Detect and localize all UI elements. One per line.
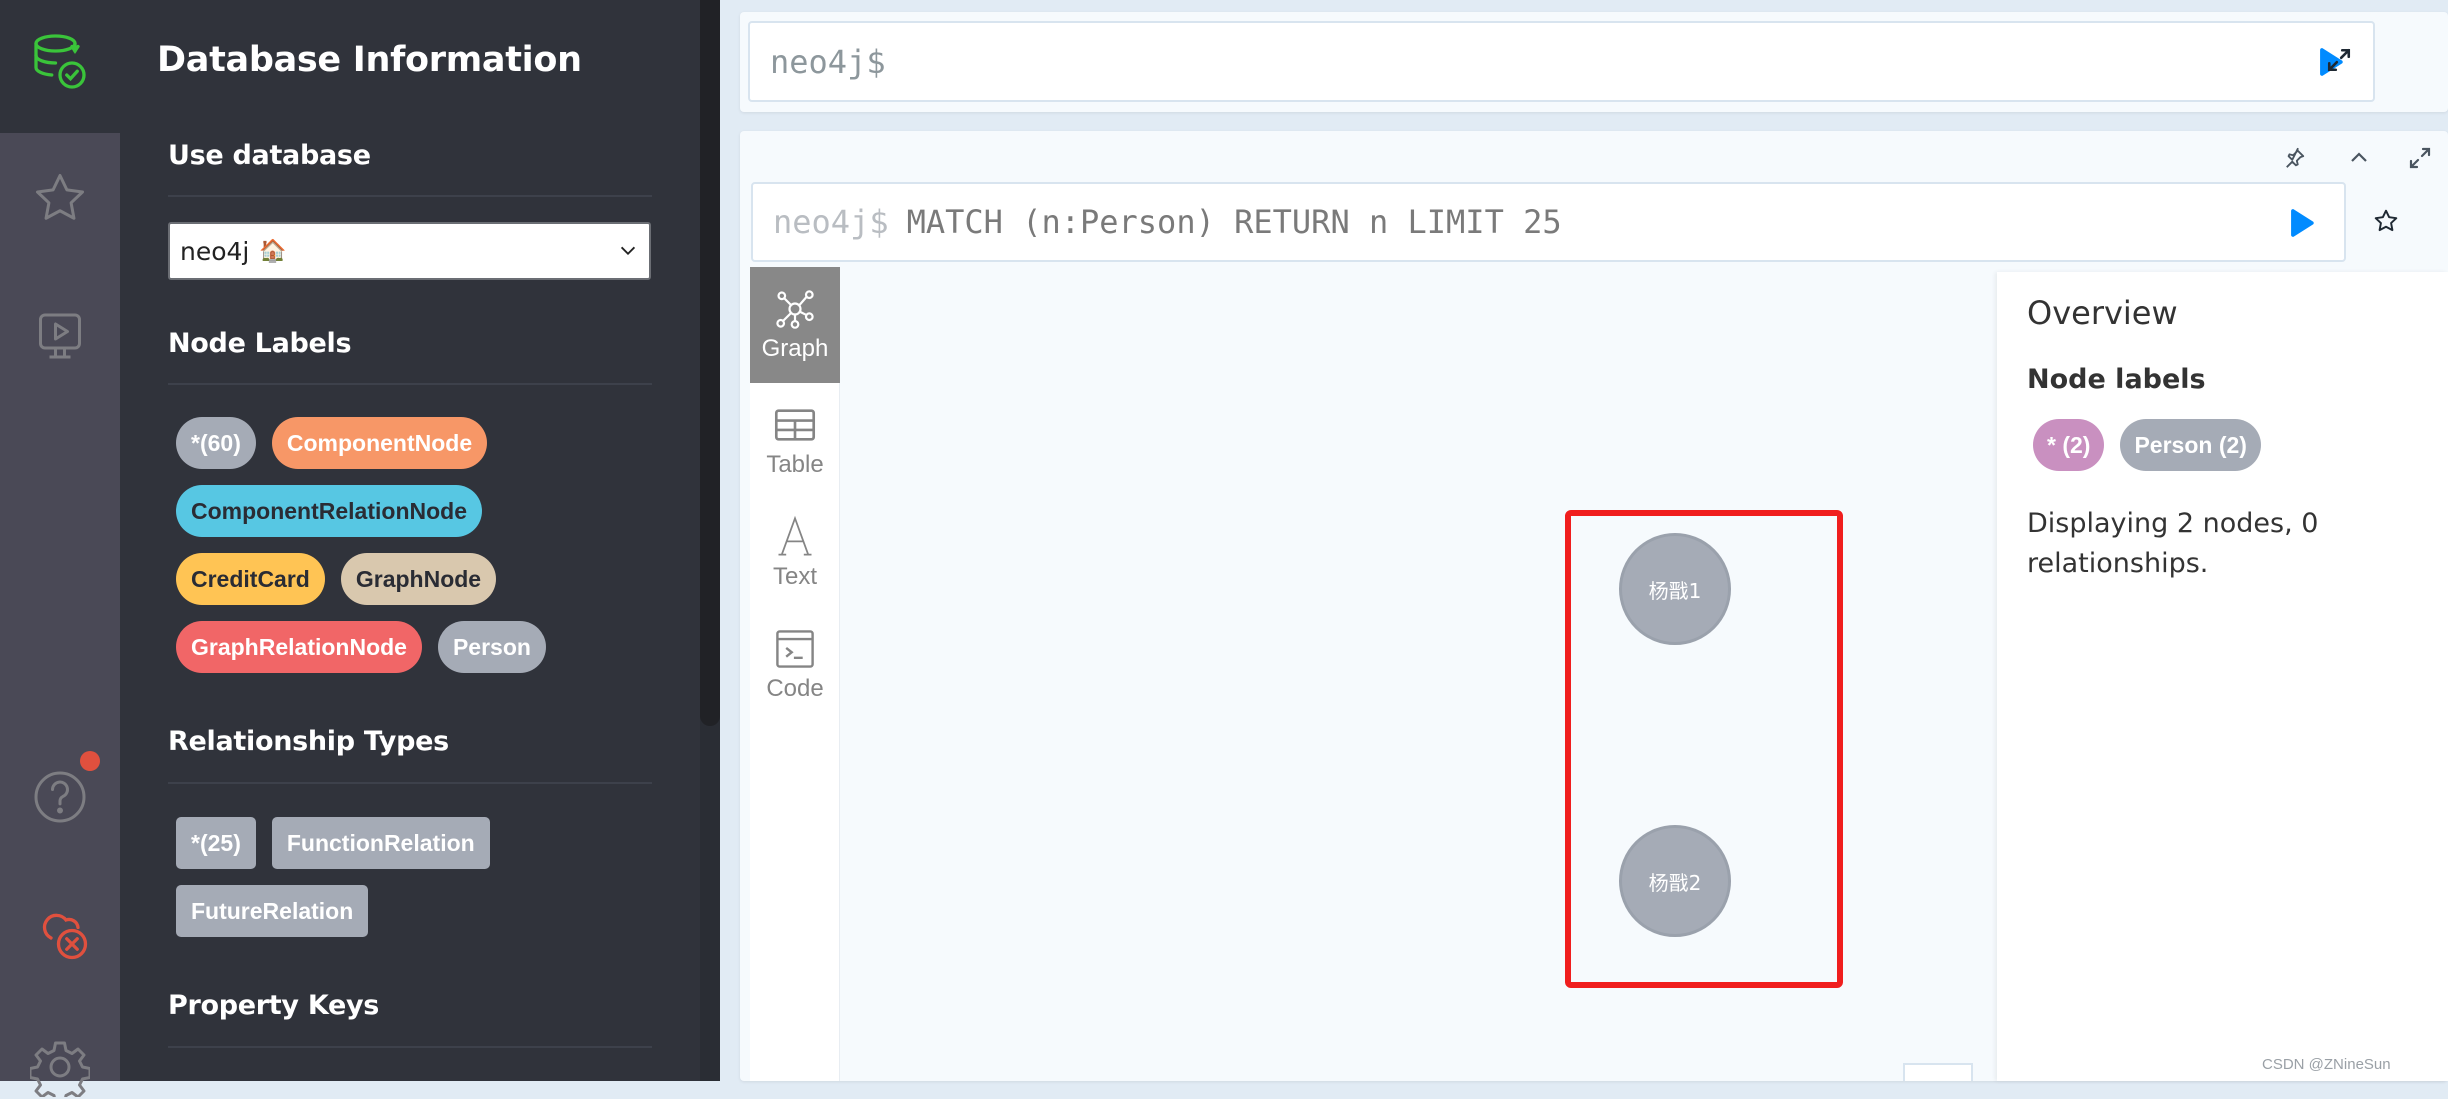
graph-node[interactable]: 杨戬2 [1619, 825, 1731, 937]
overview-panel: Overview Node labels * (2) Person (2) Dis… [1997, 272, 2448, 1081]
home-icon: 🏠 [259, 238, 287, 264]
watermark: CSDN @ZNineSun [2262, 1056, 2391, 1073]
node-labels-heading: Node Labels [168, 328, 352, 359]
database-info-drawer: Database Information Use database neo4j … [120, 0, 720, 1081]
monitor-play-icon[interactable] [28, 304, 92, 368]
chevron-down-icon [620, 246, 636, 256]
overview-label-list: * (2) Person (2) [2033, 419, 2261, 471]
divider [168, 1046, 652, 1048]
drawer-title: Database Information [157, 40, 582, 80]
relationship-type-pill[interactable]: FunctionRelation [271, 817, 490, 869]
overview-summary: Displaying 2 nodes, 0 relationships. [2027, 508, 2319, 579]
node-label-pill[interactable]: GraphRelationNode [176, 621, 422, 673]
relationship-type-pill[interactable]: FutureRelation [176, 885, 369, 937]
node-caption: 杨戬2 [1648, 870, 1702, 895]
drawer-scrollbar[interactable] [700, 0, 720, 1081]
notification-badge [80, 751, 100, 771]
database-icon[interactable] [28, 28, 92, 92]
graph-node[interactable]: 杨戬1 [1619, 533, 1731, 645]
node-label-pill[interactable]: CreditCard [176, 553, 325, 605]
node-label-pill[interactable]: ComponentNode [271, 417, 488, 469]
divider [168, 782, 652, 784]
relationship-type-list: *(25) FunctionRelation FutureRelation [176, 817, 646, 937]
node-label-pill[interactable]: GraphNode [340, 553, 497, 605]
gear-icon[interactable] [28, 1035, 92, 1099]
tab-graph[interactable]: Graph [750, 267, 840, 383]
relationship-types-heading: Relationship Types [168, 726, 449, 757]
fullscreen-frame-button[interactable] [2405, 143, 2435, 173]
editor-prompt: neo4j$ [770, 42, 886, 81]
editor-prompt: neo4j$ [773, 203, 889, 241]
overview-label-pill[interactable]: Person (2) [2120, 419, 2261, 471]
tab-code[interactable]: Code [750, 607, 840, 723]
star-icon[interactable] [28, 166, 92, 230]
expand-icon [2409, 147, 2431, 169]
node-label-pill[interactable]: Person [437, 621, 546, 673]
pin-icon [2286, 147, 2305, 168]
database-select[interactable]: neo4j 🏠 [168, 222, 651, 280]
tab-graph-label: Graph [761, 335, 829, 362]
relationship-type-pill[interactable]: *(25) [176, 817, 256, 869]
text-icon [778, 515, 812, 556]
fullscreen-editor-button[interactable] [2324, 45, 2354, 75]
tab-table[interactable]: Table [750, 383, 840, 499]
cloud-disconnected-icon[interactable] [28, 900, 92, 964]
favorite-button[interactable] [2371, 206, 2401, 236]
chevron-up-icon [2351, 152, 2367, 162]
icon-rail [0, 0, 120, 1097]
overview-title: Overview [2027, 294, 2178, 332]
view-tabs: Graph Table Text Code [750, 267, 840, 1081]
table-icon [774, 409, 816, 441]
use-database-heading: Use database [168, 140, 371, 171]
node-label-pill[interactable]: *(60) [176, 417, 256, 469]
help-icon[interactable] [28, 765, 92, 829]
zoom-controls[interactable] [1903, 1063, 1973, 1081]
tab-table-label: Table [766, 451, 824, 478]
pin-button[interactable] [2280, 143, 2310, 173]
expand-icon [2327, 48, 2351, 72]
node-label-pill[interactable]: ComponentRelationNode [176, 485, 482, 537]
graph-icon [776, 290, 814, 329]
property-keys-heading: Property Keys [168, 990, 380, 1021]
main-editor-frame: neo4j$ [740, 12, 2448, 112]
node-caption: 杨戬1 [1648, 578, 1702, 603]
divider [168, 195, 652, 197]
code-icon [776, 630, 814, 668]
overview-node-labels-heading: Node labels [2027, 364, 2206, 395]
star-icon [2374, 209, 2398, 232]
collapse-button[interactable] [2344, 143, 2374, 173]
frame-query-editor[interactable]: neo4j$ MATCH (n:Person) RETURN n LIMIT 2… [751, 182, 2346, 262]
tab-text[interactable]: Text [750, 495, 840, 611]
query-text: MATCH (n:Person) RETURN n LIMIT 25 [906, 203, 1562, 241]
tab-code-label: Code [766, 675, 824, 702]
database-select-value: neo4j [180, 236, 250, 266]
rerun-query-button[interactable] [2284, 206, 2318, 240]
tab-text-label: Text [772, 563, 817, 590]
node-label-list: *(60) ComponentNode ComponentRelationNode C… [176, 417, 646, 673]
overview-label-pill[interactable]: * (2) [2033, 419, 2105, 471]
main-editor-input[interactable]: neo4j$ [748, 21, 2375, 102]
divider [168, 383, 652, 385]
scrollbar-thumb[interactable] [700, 0, 720, 726]
